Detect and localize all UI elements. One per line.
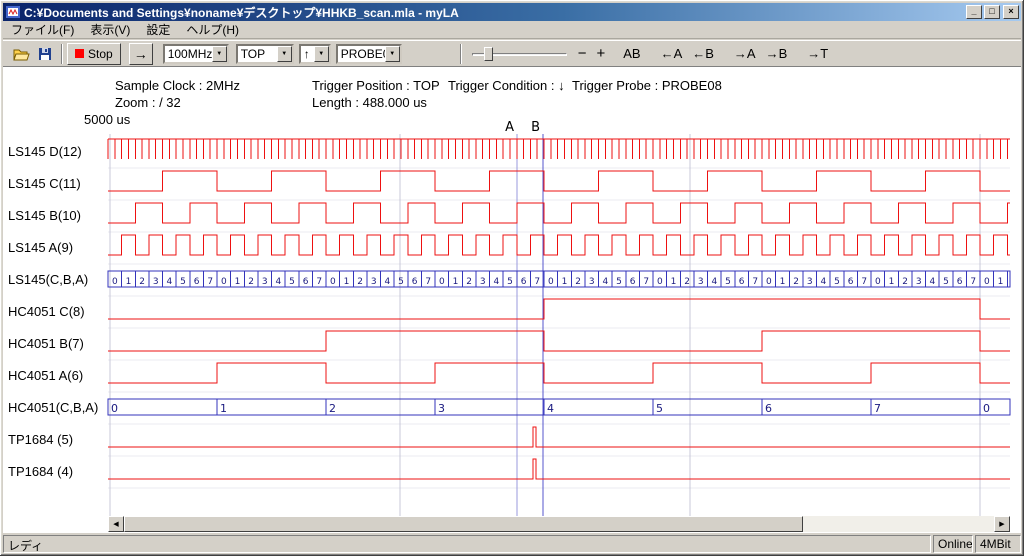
toolbar: Stop → 100MHz ▼ TOP ▼ ↑ ▼ PROBE00 ▼ − + … xyxy=(3,40,1021,67)
trigger-position-value: TOP xyxy=(238,47,277,61)
menu-file[interactable]: ファイル(F) xyxy=(3,20,82,39)
app-window: C:¥Documents and Settings¥noname¥デスクトップ¥… xyxy=(0,0,1024,556)
clock-select[interactable]: 100MHz ▼ xyxy=(163,44,229,64)
goto-a-left-button[interactable]: ←A xyxy=(656,44,688,63)
goto-b-left-button[interactable]: ←B xyxy=(687,44,719,63)
channel-label-tp1684-5: TP1684 (5) xyxy=(8,432,108,448)
titlebar: C:¥Documents and Settings¥noname¥デスクトップ¥… xyxy=(3,3,1021,21)
chevron-down-icon[interactable]: ▼ xyxy=(385,46,400,62)
clock-value: 100MHz xyxy=(165,47,212,61)
channel-label-hc4051-bus: HC4051(C,B,A) xyxy=(8,400,108,416)
zoom-slider[interactable] xyxy=(472,45,567,63)
open-button[interactable] xyxy=(9,43,33,65)
toolbar-separator xyxy=(460,44,462,64)
zoom-text: Zoom : / 32 xyxy=(115,95,181,110)
trigger-probe-text: Trigger Probe : PROBE08 xyxy=(572,78,722,93)
status-online: Online xyxy=(933,535,973,553)
waveform-panel xyxy=(3,67,1021,533)
minimize-button[interactable]: _ xyxy=(966,5,982,19)
probe-value: PROBE00 xyxy=(338,47,385,61)
trigger-position-text: Trigger Position : TOP xyxy=(312,78,440,93)
channel-label-tp1684-4: TP1684 (4) xyxy=(8,464,108,480)
menu-help[interactable]: ヘルプ(H) xyxy=(178,20,247,39)
close-button[interactable]: × xyxy=(1003,5,1019,19)
ab-button[interactable]: AB xyxy=(618,44,645,63)
save-button[interactable] xyxy=(33,43,57,65)
open-folder-icon xyxy=(13,47,30,61)
probe-select[interactable]: PROBE00 ▼ xyxy=(336,44,402,64)
channel-label-hc4051-c: HC4051 C(8) xyxy=(8,304,108,320)
menu-settings[interactable]: 設定 xyxy=(138,20,178,39)
zoom-out-button[interactable]: − xyxy=(573,43,592,64)
scroll-left-icon[interactable]: ◀ xyxy=(108,516,124,532)
length-text: Length : 488.000 us xyxy=(312,95,427,110)
status-capacity: 4MBit xyxy=(975,535,1021,553)
edge-select[interactable]: ↑ ▼ xyxy=(299,44,331,64)
zoom-in-button[interactable]: + xyxy=(591,43,610,64)
scroll-right-icon[interactable]: ▶ xyxy=(994,516,1010,532)
slider-thumb[interactable] xyxy=(484,47,493,61)
chevron-down-icon[interactable]: ▼ xyxy=(314,46,329,62)
trigger-position-select[interactable]: TOP ▼ xyxy=(236,44,294,64)
sample-clock-text: Sample Clock : 2MHz xyxy=(115,78,240,93)
channel-label-hc4051-b: HC4051 B(7) xyxy=(8,336,108,352)
horizontal-scrollbar[interactable]: ◀ ▶ xyxy=(108,516,1010,532)
channel-label-ls145-b: LS145 B(10) xyxy=(8,208,108,224)
edge-value: ↑ xyxy=(301,47,314,61)
channel-label-ls145-d: LS145 D(12) xyxy=(8,144,108,160)
chevron-down-icon[interactable]: ▼ xyxy=(277,46,292,62)
goto-b-right-button[interactable]: →B xyxy=(761,44,793,63)
channel-label-ls145-c: LS145 C(11) xyxy=(8,176,108,192)
trigger-condition-text: Trigger Condition : ↓ xyxy=(448,78,565,93)
chevron-down-icon[interactable]: ▼ xyxy=(212,46,227,62)
menubar: ファイル(F) 表示(V) 設定 ヘルプ(H) xyxy=(3,21,1021,39)
scrollbar-track[interactable] xyxy=(124,516,994,532)
floppy-disk-icon xyxy=(38,47,52,61)
time-scale-label: 5000 us xyxy=(84,112,130,127)
channel-label-hc4051-a: HC4051 A(6) xyxy=(8,368,108,384)
stop-button[interactable]: Stop xyxy=(67,43,121,65)
scrollbar-thumb[interactable] xyxy=(124,516,803,532)
menu-view[interactable]: 表示(V) xyxy=(82,20,138,39)
channel-label-ls145-bus: LS145(C,B,A) xyxy=(8,272,108,288)
maximize-button[interactable]: □ xyxy=(984,5,1000,19)
stop-label: Stop xyxy=(88,47,113,61)
goto-a-right-button[interactable]: →A xyxy=(729,44,761,63)
step-button[interactable]: → xyxy=(129,43,153,65)
toolbar-separator xyxy=(61,44,63,64)
status-ready: レディ xyxy=(3,535,931,553)
window-title: C:¥Documents and Settings¥noname¥デスクトップ¥… xyxy=(24,4,964,21)
goto-trigger-button[interactable]: →T xyxy=(802,44,833,63)
app-icon xyxy=(6,5,20,19)
stop-icon xyxy=(75,49,84,58)
channel-label-ls145-a: LS145 A(9) xyxy=(8,240,108,256)
statusbar: レディ Online 4MBit xyxy=(3,533,1021,553)
